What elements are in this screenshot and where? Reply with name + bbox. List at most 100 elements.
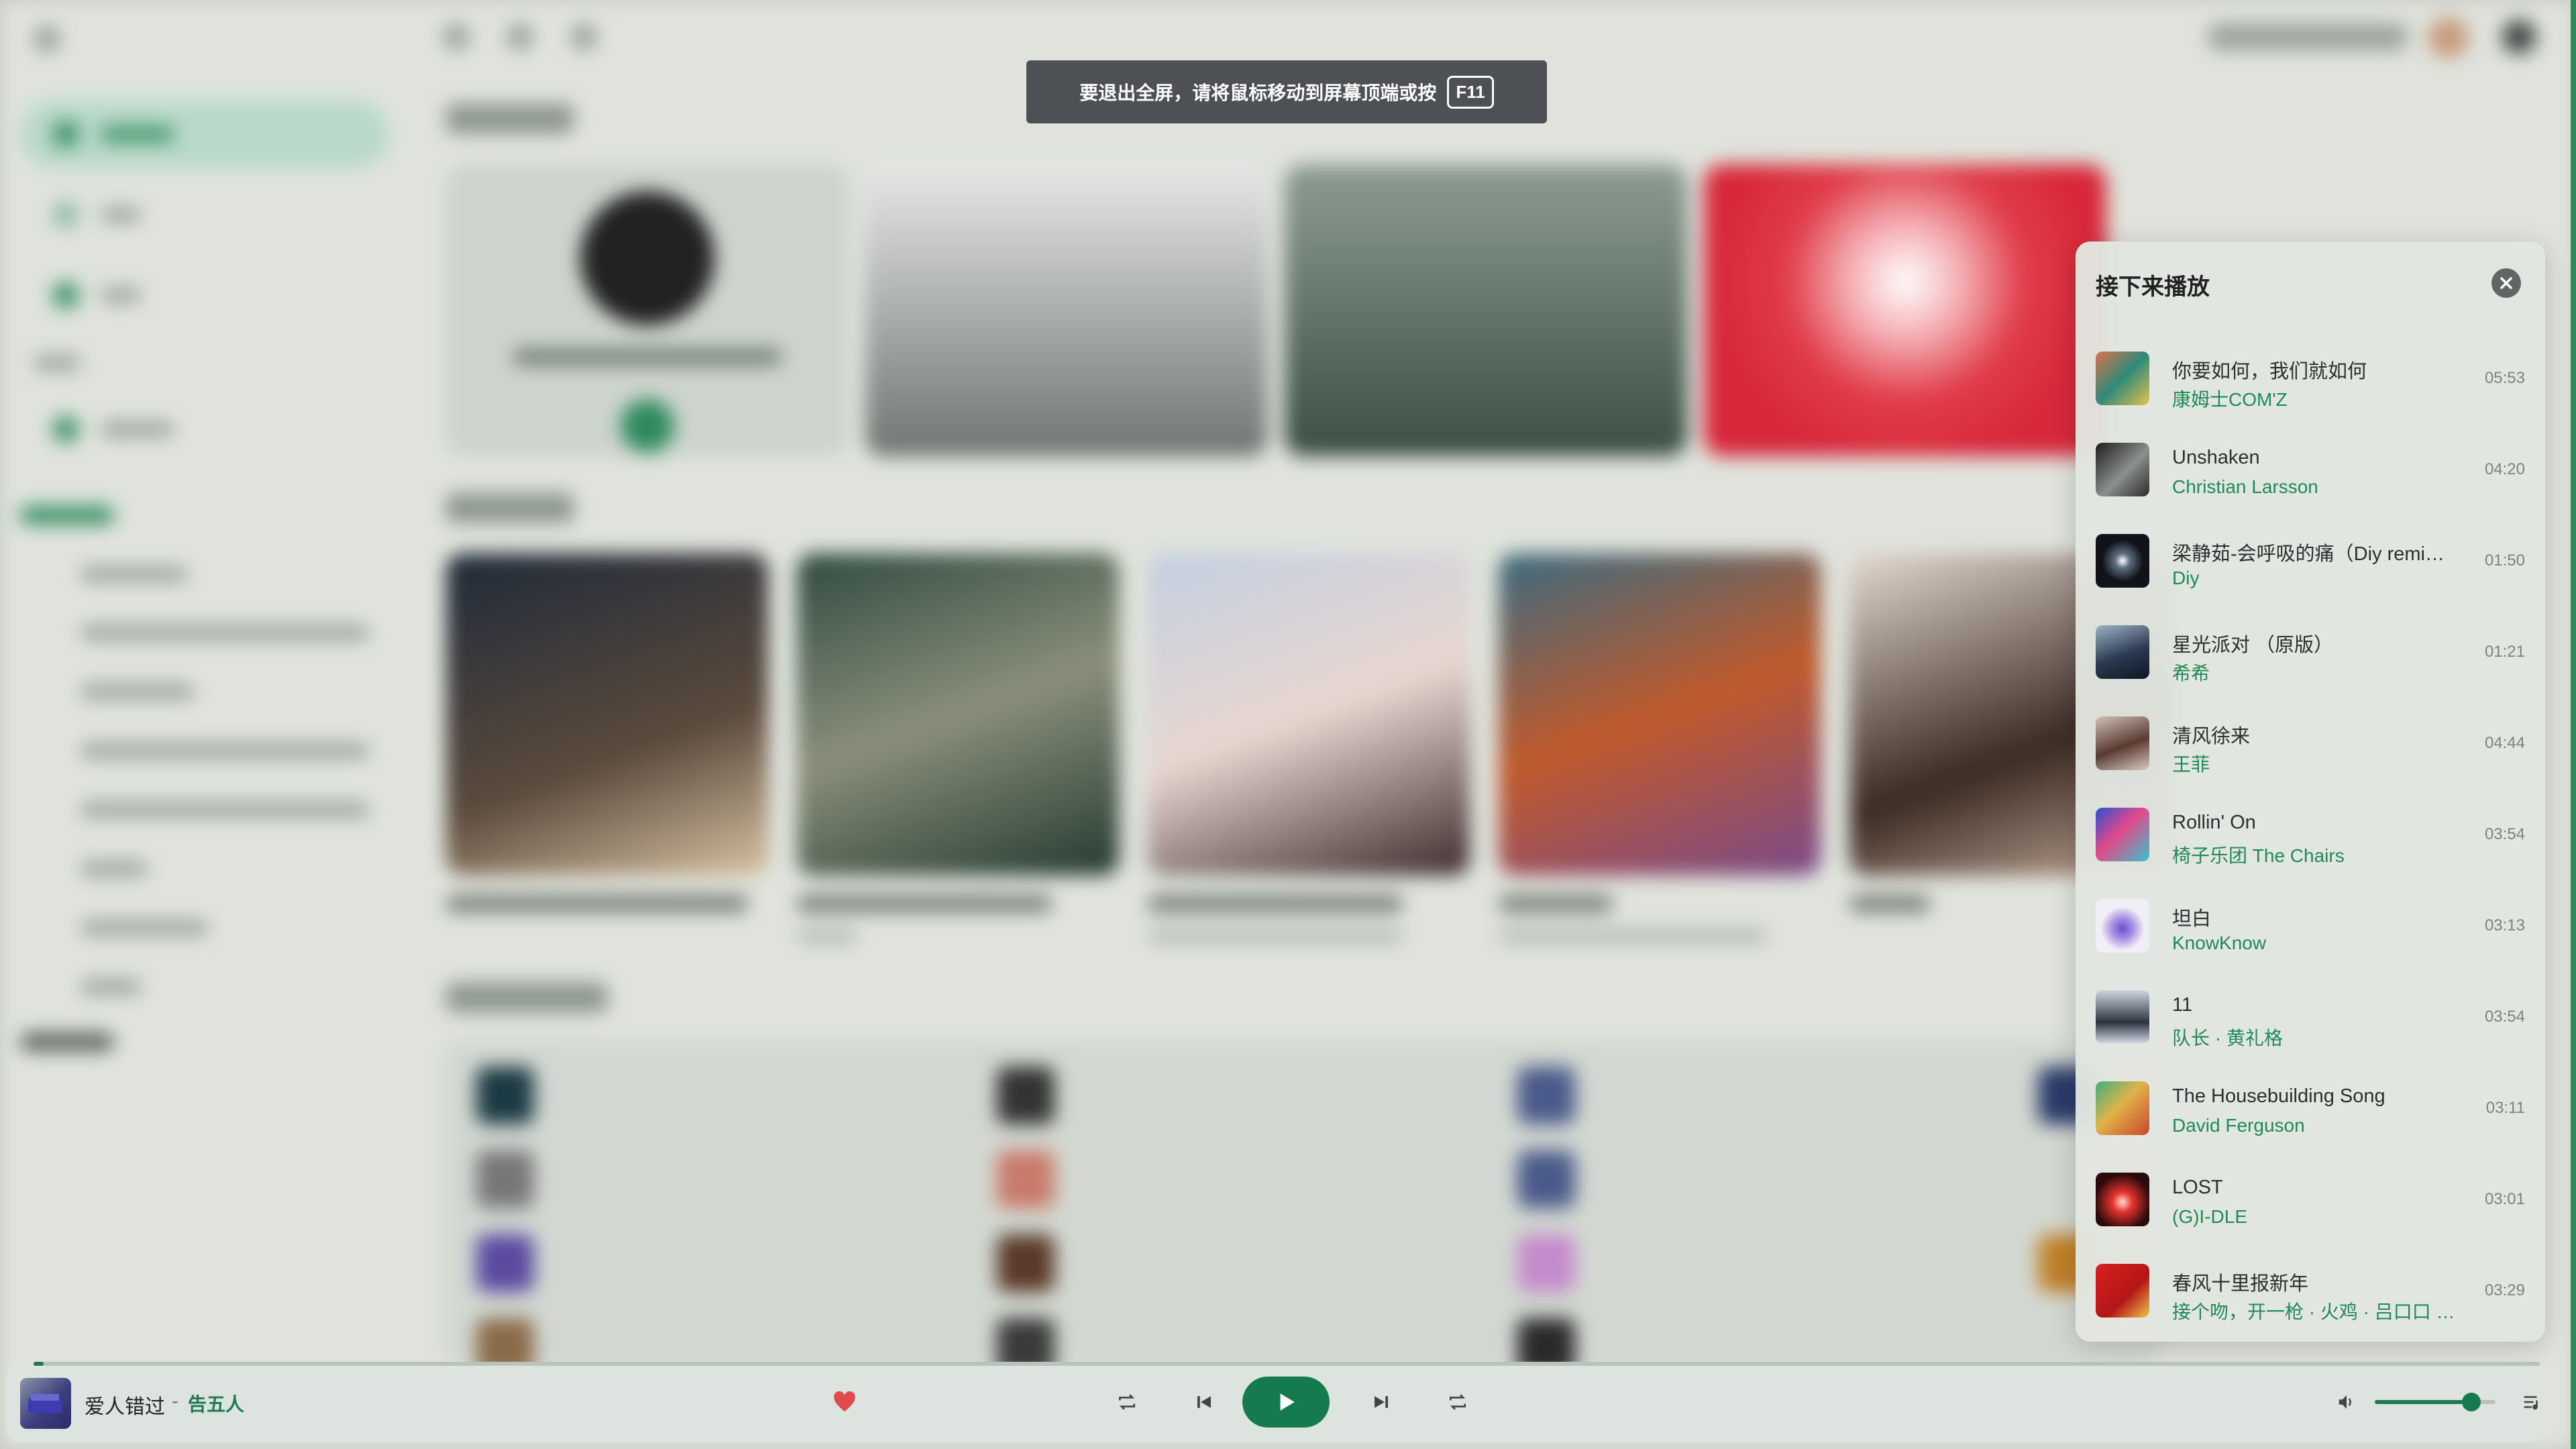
queue-item-title[interactable]: 你要如何，我们就如何 [2172,356,2367,384]
shuffle-icon[interactable] [1444,1389,1471,1415]
queue-item[interactable]: 坦白 KnowKnow 03:13 [2076,880,2545,971]
section-title [446,983,607,1012]
repeat-icon[interactable] [1114,1389,1140,1415]
queue-item-cover [2096,352,2149,405]
playlist-item [80,979,141,994]
queue-item-artist[interactable]: KnowKnow [2172,932,2266,954]
volume-icon[interactable] [2333,1389,2360,1415]
queue-item-artist[interactable]: 椅子乐团 The Chairs [2172,841,2345,868]
queue-item-artist[interactable]: David Ferguson [2172,1115,2305,1136]
sidebar-item [20,262,389,329]
queue-item[interactable]: 11 队长 · 黄礼格 03:54 [2076,971,2545,1063]
playlist-item [80,625,369,640]
queue-item[interactable]: 春风十里报新年 接个吻，开一枪 · 火鸡 · 吕口口 · ... 03:29 [2076,1245,2545,1336]
queue-item[interactable]: Rollin' On 椅子乐团 The Chairs 03:54 [2076,789,2545,880]
sidebar-section-header [20,506,114,524]
progress-bar[interactable] [34,1362,2540,1366]
queue-item-artist[interactable]: 队长 · 黄礼格 [2172,1024,2283,1051]
queue-item-title[interactable]: 11 [2172,994,2192,1016]
caption [446,896,748,912]
recommend-card [1285,164,1687,456]
title-artist-separator: - [172,1390,178,1412]
sidebar-label [34,356,80,370]
section-title [446,493,574,523]
queue-item-artist[interactable]: 王菲 [2172,750,2210,777]
now-playing-artist[interactable]: 告五人 [188,1390,244,1417]
queue-item-cover [2096,1264,2149,1318]
next-icon[interactable] [1368,1389,1395,1415]
album-tile [797,553,1119,875]
playlist-item [80,920,208,935]
queue-item[interactable]: 梁静茹-会呼吸的痛（Diy remix） Diy 01:50 [2076,515,2545,606]
queue-item-title[interactable]: The Housebuilding Song [2172,1085,2385,1108]
queue-item-title[interactable]: LOST [2172,1177,2223,1199]
queue-item-title[interactable]: Unshaken [2172,447,2260,469]
search-bar [2207,23,2408,50]
volume-knob[interactable] [2462,1393,2481,1411]
queue-item[interactable]: Unshaken Christian Larsson 04:20 [2076,424,2545,515]
close-icon[interactable] [2491,268,2521,298]
queue-item[interactable]: 你要如何，我们就如何 康姆士COM'Z 05:53 [2076,333,2545,424]
queue-item-cover [2096,1081,2149,1135]
caption [797,896,1052,912]
queue-item[interactable]: 星光派对 （原版） 希希 01:21 [2076,606,2545,698]
queue-item-duration: 03:11 [2485,1099,2525,1117]
fullscreen-toast: 要退出全屏，请将鼠标移动到屏幕顶端或按 F11 [1026,60,1547,123]
queue-item-artist[interactable]: 希希 [2172,659,2210,686]
album-tile [1148,553,1470,875]
caption [1499,896,1613,912]
play-icon [1280,1393,1295,1411]
queue-item-cover [2096,990,2149,1044]
queue-list: 你要如何，我们就如何 康姆士COM'Z 05:53 Unshaken Christian… [2076,333,2545,1336]
queue-item-duration: 01:50 [2484,551,2525,570]
volume-slider[interactable] [2375,1393,2496,1411]
queue-item-title[interactable]: 星光派对 （原版） [2172,629,2333,657]
now-playing-cover[interactable] [20,1378,71,1429]
caption [1148,929,1403,943]
playlist-item [80,567,188,582]
fullscreen-key-badge: F11 [1447,75,1494,109]
queue-panel: 接下来播放 你要如何，我们就如何 康姆士COM'Z 05:53 Unshaken Chr… [2076,241,2545,1342]
window-edge [2571,0,2576,1449]
forward-icon [506,23,533,50]
queue-item[interactable]: LOST (G)I-DLE 03:01 [2076,1154,2545,1245]
playlist-icon[interactable] [2518,1389,2545,1415]
settings-icon [2502,20,2536,54]
queue-item-title[interactable]: 清风徐来 [2172,720,2250,749]
queue-item-title[interactable]: 梁静茹-会呼吸的痛（Diy remix） [2172,538,2454,566]
queue-item-duration: 04:44 [2484,734,2525,752]
sidebar-item [20,181,389,248]
queue-item-title[interactable]: 春风十里报新年 [2172,1268,2308,1296]
album-tile [446,553,768,875]
queue-item-artist[interactable]: 接个吻，开一枪 · 火鸡 · 吕口口 · ... [2172,1297,2461,1324]
recommend-card [446,164,849,456]
queue-item-duration: 03:54 [2484,1008,2525,1026]
queue-item-artist[interactable]: 康姆士COM'Z [2172,385,2288,412]
playlist-item [80,743,369,758]
queue-item-artist[interactable]: (G)I-DLE [2172,1206,2247,1228]
sidebar-section-header [20,1033,114,1051]
now-playing-title[interactable]: 爱人错过 [85,1390,165,1419]
queue-item-cover [2096,625,2149,679]
queue-item-cover [2096,808,2149,861]
queue-item[interactable]: 清风徐来 王菲 04:44 [2076,698,2545,789]
play-button[interactable] [1242,1377,1330,1428]
queue-item[interactable]: The Housebuilding Song David Ferguson 03:1… [2076,1063,2545,1154]
queue-item-duration: 03:54 [2484,825,2525,843]
queue-item-title[interactable]: Rollin' On [2172,812,2256,834]
progress-fill [34,1362,44,1366]
queue-item-artist[interactable]: Diy [2172,568,2199,589]
playlist-item [80,684,195,699]
sidebar [0,0,402,1368]
queue-item-duration: 01:21 [2484,643,2525,661]
caption [1499,929,1767,943]
queue-item-artist[interactable]: Christian Larsson [2172,476,2318,498]
queue-item-cover [2096,716,2149,770]
previous-icon[interactable] [1191,1389,1218,1415]
queue-item-title[interactable]: 坦白 [2172,903,2211,931]
avatar [2428,17,2469,58]
heart-icon[interactable] [831,1389,858,1415]
album-tile [1499,553,1821,875]
caption [1849,896,1930,912]
queue-item-duration: 05:53 [2484,369,2525,387]
